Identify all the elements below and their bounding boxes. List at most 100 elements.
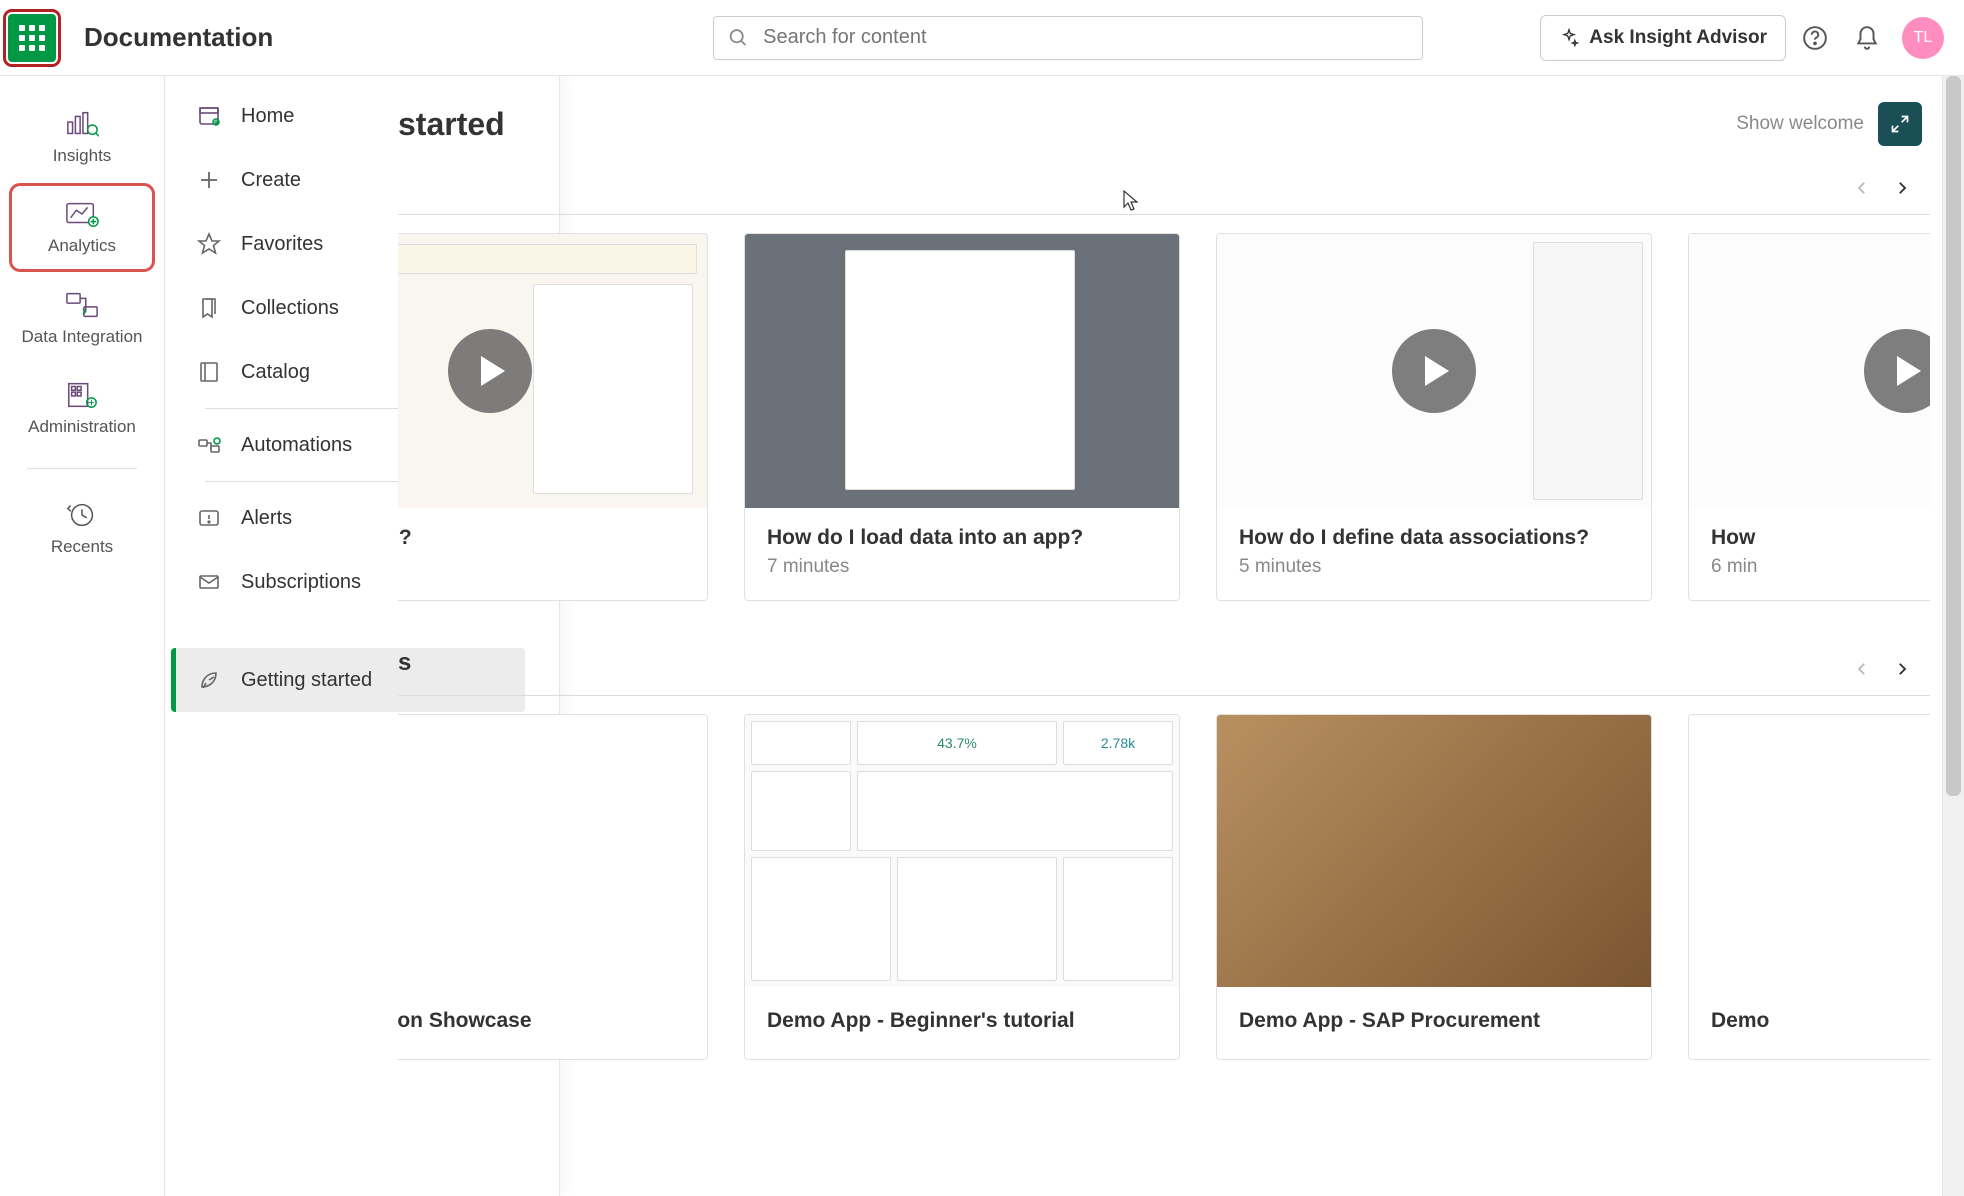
flyout-label: Create — [241, 169, 301, 192]
app-thumbnail — [1217, 715, 1651, 987]
video-card-title: How — [1711, 526, 1930, 550]
section-divider — [398, 214, 1930, 215]
chevron-left-icon — [1853, 179, 1871, 197]
video-thumbnail — [1689, 234, 1930, 508]
search-box[interactable] — [713, 16, 1423, 60]
rail-item-data-integration[interactable]: Data Integration — [12, 277, 152, 359]
app-thumbnail: 43.7% 2.78k — [745, 715, 1179, 987]
search-input[interactable] — [763, 26, 1408, 49]
header-actions: Ask Insight Advisor TL — [1540, 15, 1944, 61]
video-card[interactable]: How 6 min — [1688, 233, 1930, 601]
chevron-right-icon — [1893, 660, 1911, 678]
analytics-icon — [65, 200, 99, 228]
app-card-title: Demo — [1711, 1009, 1930, 1033]
rail-label: Administration — [28, 417, 136, 437]
rail-label: Analytics — [48, 236, 116, 256]
expand-welcome-button[interactable] — [1878, 102, 1922, 146]
video-thumbnail — [398, 234, 707, 508]
video-card-title: How do I load data into an app? — [767, 526, 1157, 550]
bookmark-icon — [197, 296, 221, 320]
flyout-label: Favorites — [241, 233, 323, 256]
video-card-duration: 7 minutes — [767, 556, 1157, 578]
carousel-prev-button[interactable] — [1842, 168, 1882, 208]
app-card[interactable]: Demo — [1688, 714, 1930, 1060]
rail-item-recents[interactable]: Recents — [12, 487, 152, 569]
flyout-label: Getting started — [241, 669, 372, 692]
scrollbar[interactable] — [1942, 76, 1964, 1196]
recents-icon — [65, 501, 99, 529]
ask-insight-advisor-button[interactable]: Ask Insight Advisor — [1540, 15, 1786, 61]
notifications-button[interactable] — [1844, 15, 1890, 61]
flyout-label: Alerts — [241, 507, 292, 530]
rail-label: Recents — [51, 537, 113, 557]
search-wrap — [273, 16, 1540, 60]
video-card-duration: 5 minutes — [1239, 556, 1629, 578]
header: Documentation Ask Insight Advisor TL — [0, 0, 1964, 76]
help-button[interactable] — [1792, 15, 1838, 61]
app-thumbnail — [1689, 715, 1930, 987]
app-card[interactable]: Demo App - SAP Procurement — [1216, 714, 1652, 1060]
video-card-duration: 6 min — [1711, 556, 1930, 578]
automations-icon — [197, 433, 221, 457]
avatar[interactable]: TL — [1902, 17, 1944, 59]
play-icon — [1864, 329, 1930, 413]
play-icon — [1392, 329, 1476, 413]
bell-icon — [1854, 25, 1880, 51]
scrollbar-thumb[interactable] — [1946, 76, 1961, 796]
alert-icon — [197, 506, 221, 530]
app-launcher-button[interactable] — [8, 14, 56, 62]
show-welcome-label: Show welcome — [1736, 113, 1864, 135]
create-icon — [197, 168, 221, 192]
flyout-label: Subscriptions — [241, 571, 361, 594]
section-head-videos — [548, 156, 1930, 214]
search-icon — [728, 27, 749, 49]
sparkle-icon — [1559, 28, 1579, 48]
flyout-label: Collections — [241, 297, 339, 320]
chevron-left-icon — [1853, 660, 1871, 678]
app-thumbnail: k TH DATA — [398, 715, 707, 987]
play-icon — [448, 329, 532, 413]
app-card-title: Demo App - SAP Procurement — [1239, 1009, 1629, 1033]
video-card[interactable]: ate an app? — [398, 233, 708, 601]
page-title: Documentation — [84, 22, 273, 53]
flyout-label: Automations — [241, 434, 352, 457]
app-card[interactable]: 43.7% 2.78k Demo App - Beginner's tutori… — [744, 714, 1180, 1060]
main-content: started Show welcome — [398, 76, 1930, 1196]
help-icon — [1802, 25, 1828, 51]
chevron-right-icon — [1893, 179, 1911, 197]
rail-item-insights[interactable]: Insights — [12, 96, 152, 178]
rail-label: Data Integration — [22, 327, 143, 347]
video-thumbnail — [745, 234, 1179, 508]
carousel-prev-button[interactable] — [1842, 649, 1882, 689]
getting-started-heading: started — [398, 106, 505, 143]
grid-icon — [19, 25, 45, 51]
carousel-next-button[interactable] — [1882, 168, 1922, 208]
video-card[interactable]: How do I load data into an app? 7 minute… — [744, 233, 1180, 601]
flyout-label: Catalog — [241, 361, 310, 384]
section-divider — [398, 695, 1930, 696]
flyout-label: Home — [241, 105, 294, 128]
video-card-duration — [398, 556, 685, 578]
section-label: s — [398, 649, 411, 689]
app-card[interactable]: k TH DATA Visualization Showcase — [398, 714, 708, 1060]
expand-icon — [1890, 114, 1910, 134]
data-integration-icon — [65, 291, 99, 319]
video-card[interactable]: How do I define data associations? 5 min… — [1216, 233, 1652, 601]
administration-icon — [65, 381, 99, 409]
rail-label: Insights — [53, 146, 112, 166]
catalog-icon — [197, 360, 221, 384]
app-card-title: Demo App - Beginner's tutorial — [767, 1009, 1157, 1033]
home-icon — [197, 104, 221, 128]
left-rail: Insights Analytics Data Integration Admi… — [0, 76, 165, 1196]
star-icon — [197, 232, 221, 256]
carousel-next-button[interactable] — [1882, 649, 1922, 689]
envelope-icon — [197, 570, 221, 594]
rail-item-analytics[interactable]: Analytics — [12, 186, 152, 268]
video-thumbnail — [1217, 234, 1651, 508]
video-card-title: How do I define data associations? — [1239, 526, 1629, 550]
video-card-title: ate an app? — [398, 526, 685, 550]
insights-icon — [65, 110, 99, 138]
rail-item-administration[interactable]: Administration — [12, 367, 152, 449]
rocket-icon — [197, 668, 221, 692]
app-card-title: Visualization Showcase — [398, 1009, 685, 1033]
